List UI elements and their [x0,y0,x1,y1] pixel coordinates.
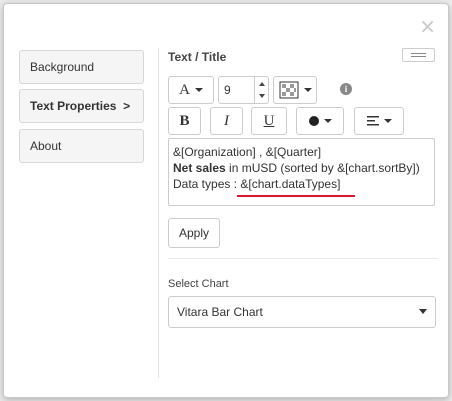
color-dot-icon [308,116,319,126]
stepper-arrows[interactable] [254,77,268,103]
underline-button[interactable]: U [251,107,287,135]
transparent-swatch-icon [279,81,298,99]
sidebar-item-label: About [30,139,62,153]
select-chart-label: Select Chart [168,278,229,290]
text-color-picker[interactable] [273,76,317,104]
editor-line-3-prefix: Data types : [173,177,241,191]
sidebar-item-label: Background [30,60,95,74]
chevron-down-icon [323,119,332,123]
select-chart-value: Vitara Bar Chart [177,305,263,319]
text-properties-dialog: × Background Text Properties > About Tex… [3,3,449,398]
section-title: Text / Title [168,50,227,64]
select-chart-dropdown[interactable]: Vitara Bar Chart [168,296,436,328]
editor-line-2: Net sales in mUSD (sorted by &[chart.sor… [173,160,430,176]
bold-icon: B [179,112,190,129]
divider [158,48,159,378]
close-icon[interactable]: × [419,16,436,36]
font-size-value: 9 [224,83,231,97]
editor-line-1: &[Organization] , &[Quarter] [173,145,322,159]
chevron-down-icon [383,119,392,123]
highlight-underline [237,195,355,197]
sidebar-item-background[interactable]: Background [19,50,144,84]
align-left-icon [366,116,379,126]
font-size-stepper[interactable]: 9 [218,76,269,104]
apply-button[interactable]: Apply [168,218,220,248]
chevron-down-icon [194,88,203,92]
fill-color-dropdown[interactable] [296,107,344,135]
collapse-button[interactable] [402,48,435,62]
sidebar-item-label: Text Properties > [30,99,131,113]
font-family-dropdown[interactable]: A [168,76,214,104]
underline-icon: U [263,112,275,129]
chevron-down-icon [419,309,427,314]
info-icon[interactable]: i [340,83,352,95]
divider [168,258,438,259]
align-dropdown[interactable] [354,107,404,135]
stepper-arrows-icon [259,82,265,98]
editor-line-3-var: &[chart.dataTypes] [240,177,341,191]
font-icon: A [179,81,190,98]
chevron-down-icon [303,88,312,92]
editor-line-3: Data types : &[chart.dataTypes] [173,176,430,192]
bold-button[interactable]: B [168,107,201,135]
italic-icon: I [224,112,229,129]
sidebar-item-text-properties[interactable]: Text Properties > [19,89,144,123]
editor-line-2-rest: in mUSD (sorted by &[chart.sortBy]) [225,161,420,175]
editor-bold-text: Net sales [173,161,226,175]
sidebar-item-about[interactable]: About [19,129,144,163]
italic-button[interactable]: I [210,107,243,135]
